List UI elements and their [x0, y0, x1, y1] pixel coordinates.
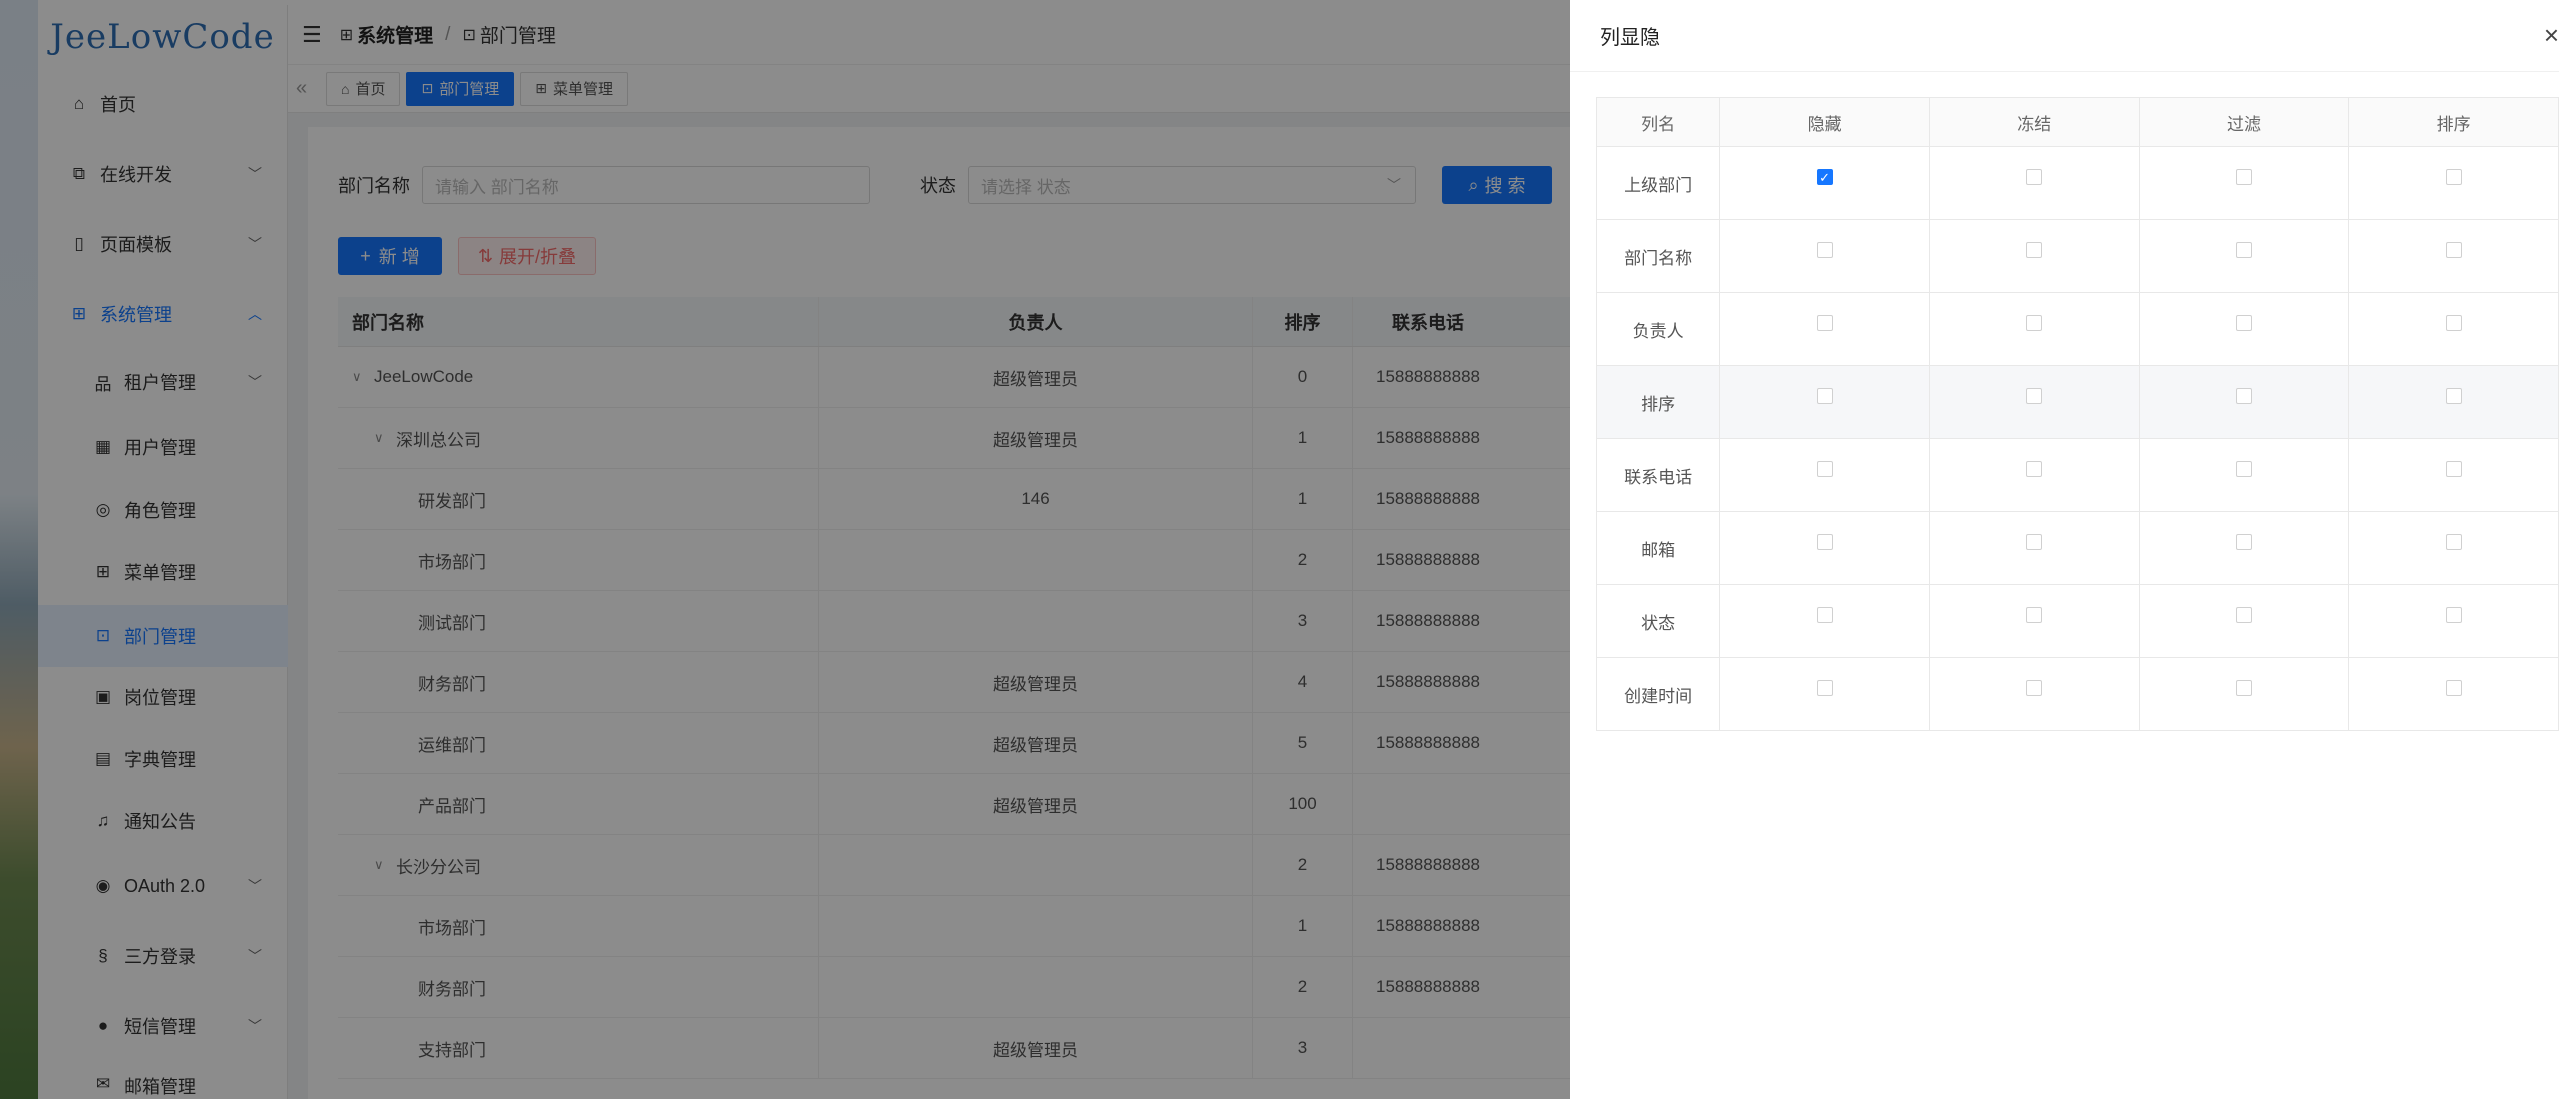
close-icon[interactable]: ×	[2544, 20, 2559, 51]
cell-sort	[2349, 147, 2559, 219]
column-settings-row: 状态	[1597, 585, 2559, 658]
frozen-checkbox[interactable]	[2026, 461, 2043, 477]
hidden-checkbox[interactable]	[1816, 461, 1833, 477]
cell-frozen	[1930, 366, 2140, 438]
cell-frozen	[1930, 585, 2140, 657]
column-settings-row: 创建时间	[1597, 658, 2559, 731]
filter-checkbox[interactable]	[2235, 315, 2252, 331]
cell-sort	[2349, 512, 2559, 584]
cell-frozen	[1930, 512, 2140, 584]
hidden-checkbox[interactable]	[1816, 680, 1833, 696]
filter-checkbox[interactable]	[2235, 169, 2252, 185]
header-frozen: 冻结	[1930, 98, 2140, 146]
filter-checkbox[interactable]	[2235, 461, 2252, 477]
frozen-checkbox[interactable]	[2026, 534, 2043, 550]
frozen-checkbox[interactable]	[2026, 169, 2043, 185]
header-sort: 排序	[2349, 98, 2559, 146]
cell-frozen	[1930, 658, 2140, 730]
sort-checkbox[interactable]	[2445, 607, 2462, 623]
cell-sort	[2349, 366, 2559, 438]
hidden-checkbox[interactable]	[1816, 315, 1833, 331]
frozen-checkbox[interactable]	[2026, 607, 2043, 623]
drawer-title: 列显隐	[1600, 27, 1660, 49]
cell-sort	[2349, 658, 2559, 730]
column-settings-header: 列名 隐藏 冻结 过滤 排序	[1597, 98, 2559, 147]
sort-checkbox[interactable]	[2445, 169, 2462, 185]
header-hidden: 隐藏	[1720, 98, 1930, 146]
hidden-checkbox[interactable]	[1816, 242, 1833, 258]
cell-filter	[2140, 147, 2350, 219]
filter-checkbox[interactable]	[2235, 534, 2252, 550]
cell-filter	[2140, 585, 2350, 657]
cell-sort	[2349, 439, 2559, 511]
column-settings-row: 邮箱	[1597, 512, 2559, 585]
filter-checkbox[interactable]	[2235, 388, 2252, 404]
column-settings-body: 上级部门 ✓ 部门名称 负责人 排序 联系电话 邮箱 状态 创建时间	[1597, 147, 2559, 731]
drawer-header: 列显隐 ×	[1570, 0, 2559, 72]
cell-sort	[2349, 293, 2559, 365]
hidden-checkbox[interactable]	[1816, 388, 1833, 404]
frozen-checkbox[interactable]	[2026, 242, 2043, 258]
hidden-checkbox[interactable]	[1816, 534, 1833, 550]
cell-filter	[2140, 220, 2350, 292]
cell-frozen	[1930, 439, 2140, 511]
sort-checkbox[interactable]	[2445, 242, 2462, 258]
sort-checkbox[interactable]	[2445, 680, 2462, 696]
column-settings-row: 排序	[1597, 366, 2559, 439]
frozen-checkbox[interactable]	[2026, 388, 2043, 404]
cell-frozen	[1930, 147, 2140, 219]
column-settings-row: 部门名称	[1597, 220, 2559, 293]
cell-column-name: 上级部门	[1597, 147, 1721, 219]
cell-hidden: ✓	[1720, 147, 1930, 219]
cell-filter	[2140, 658, 2350, 730]
hidden-checkbox[interactable]	[1816, 607, 1833, 623]
column-settings-row: 负责人	[1597, 293, 2559, 366]
cell-filter	[2140, 293, 2350, 365]
frozen-checkbox[interactable]	[2026, 315, 2043, 331]
cell-hidden	[1720, 585, 1930, 657]
cell-column-name: 负责人	[1597, 293, 1721, 365]
filter-checkbox[interactable]	[2235, 680, 2252, 696]
cell-hidden	[1720, 512, 1930, 584]
cell-hidden	[1720, 439, 1930, 511]
filter-checkbox[interactable]	[2235, 607, 2252, 623]
cell-sort	[2349, 220, 2559, 292]
cell-frozen	[1930, 293, 2140, 365]
cell-column-name: 排序	[1597, 366, 1721, 438]
hidden-checkbox[interactable]: ✓	[1816, 169, 1833, 185]
sort-checkbox[interactable]	[2445, 461, 2462, 477]
cell-column-name: 状态	[1597, 585, 1721, 657]
cell-filter	[2140, 366, 2350, 438]
cell-filter	[2140, 439, 2350, 511]
column-settings-table: 列名 隐藏 冻结 过滤 排序 上级部门 ✓ 部门名称 负责人 排序 联系电话 邮箱 状态 创建时…	[1596, 97, 2559, 731]
column-settings-row: 上级部门 ✓	[1597, 147, 2559, 220]
sort-checkbox[interactable]	[2445, 315, 2462, 331]
frozen-checkbox[interactable]	[2026, 680, 2043, 696]
column-visibility-drawer: 列显隐 × 列名 隐藏 冻结 过滤 排序 上级部门 ✓ 部门名称 负责人 排序 联系电话邮…	[1570, 0, 2559, 1099]
cell-hidden	[1720, 220, 1930, 292]
cell-filter	[2140, 512, 2350, 584]
cell-column-name: 创建时间	[1597, 658, 1721, 730]
cell-hidden	[1720, 366, 1930, 438]
cell-hidden	[1720, 658, 1930, 730]
cell-column-name: 联系电话	[1597, 439, 1721, 511]
header-column-name: 列名	[1597, 98, 1721, 146]
sort-checkbox[interactable]	[2445, 388, 2462, 404]
cell-column-name: 部门名称	[1597, 220, 1721, 292]
column-settings-row: 联系电话	[1597, 439, 2559, 512]
cell-sort	[2349, 585, 2559, 657]
filter-checkbox[interactable]	[2235, 242, 2252, 258]
cell-column-name: 邮箱	[1597, 512, 1721, 584]
header-filter: 过滤	[2140, 98, 2350, 146]
cell-hidden	[1720, 293, 1930, 365]
cell-frozen	[1930, 220, 2140, 292]
sort-checkbox[interactable]	[2445, 534, 2462, 550]
